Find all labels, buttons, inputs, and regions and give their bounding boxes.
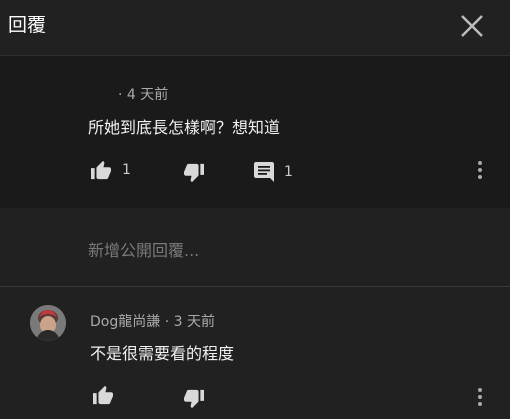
thumb-up-icon [92,385,114,405]
thumb-up-icon [90,160,112,180]
page-title: 回覆 [8,14,47,36]
reply-comment: Dog龍尚謙 · 3 天前 不是很需要看的程度 [0,287,510,419]
parent-comment: · 4 天前 所她到底長怎樣啊？想知道 1 1 [0,56,510,208]
meta-separator: · [118,87,123,103]
dislike-button[interactable] [183,163,205,183]
reply-count-button[interactable]: 1 [254,162,293,182]
thumb-down-icon [183,163,205,183]
comment-text: 所她到底長怎樣啊？想知道 [88,118,281,137]
comment-meta: Dog龍尚謙 · 3 天前 [90,311,215,331]
comment-time: 4 天前 [126,87,169,103]
more-vert-icon[interactable] [475,387,485,409]
comment-icon [254,162,274,182]
close-icon[interactable] [458,12,486,40]
like-count: 1 [122,162,131,178]
dialog-header: 回覆 [0,0,510,56]
comment-author[interactable]: Dog龍尚謙 [90,314,160,330]
reply-input-area: 新增公開回覆... [0,208,510,287]
reply-count: 1 [284,164,293,180]
reply-input[interactable]: 新增公開回覆... [88,237,199,261]
avatar[interactable] [30,305,66,341]
meta-separator: · [164,314,174,330]
comment-text: 不是很需要看的程度 [90,344,235,363]
comment-meta: · 4 天前 [118,84,168,104]
more-vert-icon[interactable] [475,160,485,182]
like-button[interactable] [92,385,114,405]
thumb-down-icon [183,389,205,409]
dislike-button[interactable] [183,389,205,409]
like-button[interactable]: 1 [90,160,131,180]
comment-time: 3 天前 [173,314,215,330]
